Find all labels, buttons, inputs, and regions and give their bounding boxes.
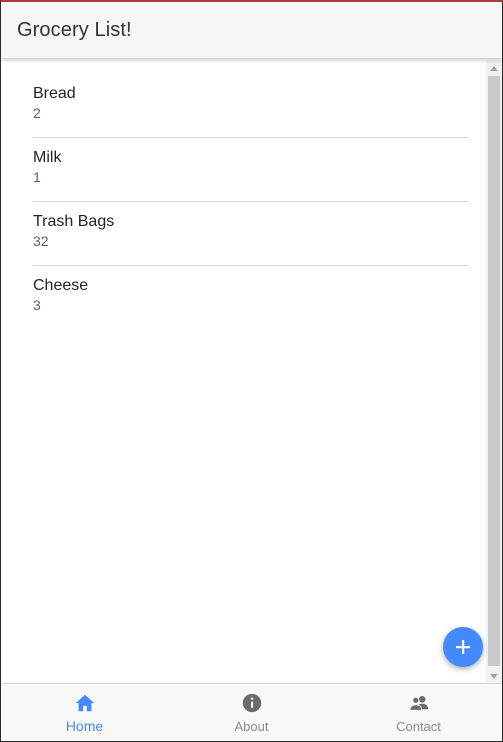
home-icon (75, 694, 95, 712)
plus-icon (456, 640, 470, 654)
tab-home[interactable]: Home (1, 684, 168, 741)
add-item-button[interactable] (443, 627, 483, 667)
tab-contact-label: Contact (396, 719, 441, 734)
vertical-scrollbar[interactable] (486, 60, 502, 683)
scroll-down-arrow-icon[interactable] (490, 674, 498, 679)
item-quantity: 2 (33, 105, 41, 121)
app-window: Grocery List! Bread 2 Milk 1 Trash Bags … (0, 0, 503, 742)
grocery-list-content[interactable]: Bread 2 Milk 1 Trash Bags 32 Cheese 3 (1, 58, 484, 683)
list-item[interactable]: Cheese 3 (33, 266, 469, 330)
tab-about-label: About (234, 719, 269, 734)
tab-about[interactable]: About (168, 684, 335, 741)
list-item[interactable]: Milk 1 (33, 138, 469, 202)
tab-contact[interactable]: Contact (335, 684, 502, 741)
scroll-up-arrow-icon[interactable] (490, 66, 498, 71)
contacts-icon (409, 696, 429, 711)
item-quantity: 3 (33, 297, 41, 313)
item-quantity: 1 (33, 169, 41, 185)
tab-home-label: Home (65, 718, 104, 734)
item-name: Bread (33, 85, 76, 102)
item-name: Cheese (33, 277, 89, 294)
grocery-list: Bread 2 Milk 1 Trash Bags 32 Cheese 3 (33, 74, 469, 330)
list-item[interactable]: Trash Bags 32 (33, 202, 469, 266)
info-icon (242, 693, 262, 713)
item-quantity: 32 (33, 233, 49, 249)
bottom-tab-bar: Home About Contact (1, 683, 502, 741)
list-item[interactable]: Bread 2 (33, 74, 469, 138)
item-name: Trash Bags (33, 213, 115, 230)
page-title: Grocery List! (17, 19, 132, 41)
scrollbar-thumb[interactable] (488, 76, 500, 666)
item-name: Milk (33, 149, 62, 166)
app-header: Grocery List! (1, 2, 502, 58)
